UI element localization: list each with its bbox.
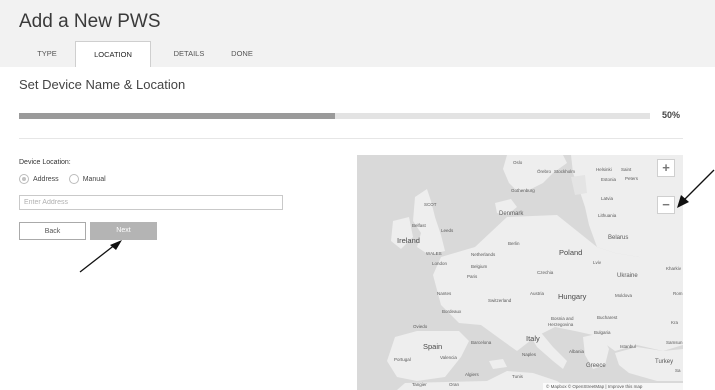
- map-label: Istanbul: [620, 344, 636, 349]
- map-label: Barcelona: [471, 340, 492, 345]
- tab-location[interactable]: LOCATION: [75, 41, 151, 67]
- map-label: London: [432, 261, 448, 266]
- map-label: Belfast: [412, 223, 426, 228]
- map-label: Spain: [423, 342, 443, 351]
- callout-arrow-zoom: [677, 169, 715, 208]
- map-attribution[interactable]: © Mapbox © OpenStreetMap | Improve this …: [543, 383, 683, 390]
- map-label: Moldova: [615, 293, 633, 298]
- tab-done[interactable]: DONE: [227, 41, 257, 67]
- map-label: Naples: [522, 352, 537, 357]
- map-label: Bucharest: [597, 315, 618, 320]
- radio-manual[interactable]: [68, 174, 79, 184]
- map-label: Switzerland: [488, 298, 512, 303]
- map-label: Latvia: [601, 196, 614, 201]
- location-mode-radios: Address Manual: [19, 174, 116, 184]
- tab-type[interactable]: TYPE: [19, 41, 75, 67]
- device-location-label: Device Location:: [19, 159, 71, 166]
- map-label: Stockholm: [554, 169, 576, 174]
- progress-fill: [19, 113, 335, 119]
- map-label: Valencia: [440, 355, 457, 360]
- map-label: SCOT: [424, 202, 437, 207]
- map-label: Örebro: [537, 169, 552, 174]
- map-label: Albania: [569, 349, 585, 354]
- map-label: Sa: [675, 368, 681, 373]
- radio-address-label[interactable]: Address: [33, 176, 59, 183]
- radio-address[interactable]: [19, 174, 29, 184]
- map-label: Ireland: [397, 236, 420, 245]
- map-label: Kharkiv: [666, 266, 682, 271]
- map-label: Portugal: [394, 357, 411, 362]
- map-label: Czechia: [537, 270, 554, 275]
- map-label: Leeds: [441, 228, 454, 233]
- step-tabs: TYPE LOCATION DETAILS DONE: [19, 41, 257, 67]
- map-label: Bosnia and: [551, 316, 574, 321]
- map-label: Tangier: [412, 382, 427, 387]
- map-label: Tunis: [512, 374, 523, 379]
- map-label: Denmark: [499, 211, 524, 217]
- map-label: Ukraine: [617, 273, 638, 279]
- map-label: Lviv: [593, 260, 602, 265]
- back-button[interactable]: Back: [19, 222, 86, 240]
- map-label: Italy: [526, 334, 540, 343]
- map-label: Saint: [621, 167, 632, 172]
- map-label: Gothenburg: [511, 188, 535, 193]
- map-label: Rom: [673, 291, 683, 296]
- section-title: Set Device Name & Location: [19, 77, 186, 92]
- map-label: Belgium: [471, 264, 488, 269]
- map-label: Berlin: [508, 241, 520, 246]
- map-label: Helsinki: [596, 167, 612, 172]
- map-label: Oran: [449, 382, 460, 387]
- map-label: WALES: [426, 251, 442, 256]
- map-label: Poland: [559, 248, 583, 257]
- map-label: Greece: [586, 363, 606, 369]
- map-label: Kra: [671, 320, 679, 325]
- map-label: Netherlands: [471, 252, 496, 257]
- divider: [19, 138, 683, 139]
- page-title: Add a New PWS: [19, 11, 161, 32]
- map-label: Oslo: [513, 160, 523, 165]
- map-label: Belarus: [608, 235, 629, 241]
- map-label: Samsun: [666, 340, 683, 345]
- map-label: Peters: [625, 176, 639, 181]
- callout-arrow-next: [79, 240, 122, 273]
- map-label: Estonia: [601, 177, 617, 182]
- map-label: Herzegovina: [548, 322, 574, 327]
- map-label: Turkey: [655, 359, 674, 365]
- map-label: Paris: [467, 274, 478, 279]
- map-label: Austria: [530, 291, 545, 296]
- map-label: Algiers: [465, 372, 479, 377]
- header-bar: Add a New PWS TYPE LOCATION DETAILS DONE: [0, 0, 715, 67]
- radio-manual-label[interactable]: Manual: [83, 176, 106, 183]
- map-label: Nantes: [437, 291, 452, 296]
- tab-details[interactable]: DETAILS: [151, 41, 227, 67]
- address-input[interactable]: [19, 195, 283, 210]
- map-label: Hungary: [558, 292, 587, 301]
- map-label: Bulgaria: [594, 330, 611, 335]
- location-map[interactable]: Oslo Örebro Stockholm Helsinki Saint Pet…: [357, 155, 683, 390]
- progress-bar: [19, 113, 650, 119]
- map-label: Bordeaux: [442, 309, 462, 314]
- progress-percent: 50%: [662, 110, 681, 120]
- map-label: Lithuania: [598, 213, 617, 218]
- map-label: Oviedo: [413, 324, 428, 329]
